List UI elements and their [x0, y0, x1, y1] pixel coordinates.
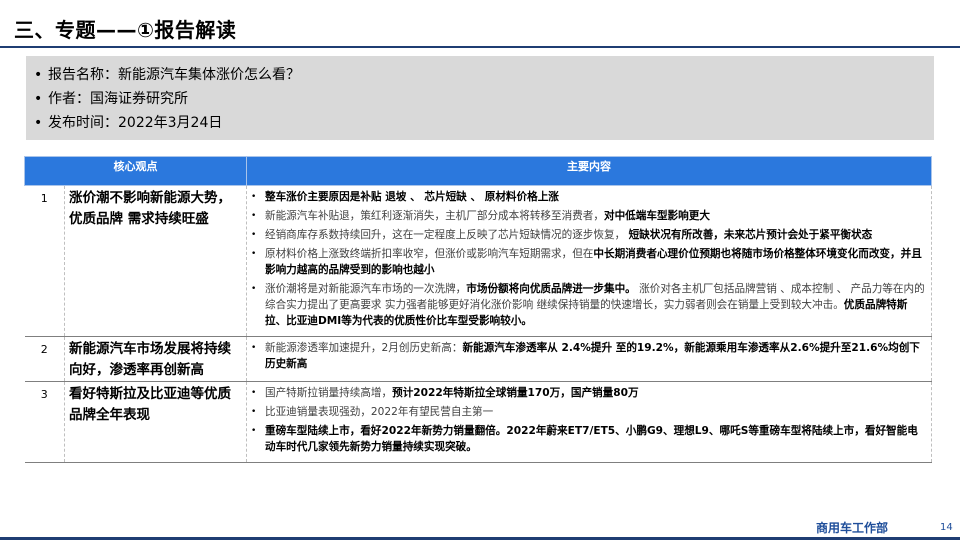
info-item: • 报告名称：新能源汽车集体涨价怎么看？	[34, 63, 934, 87]
content-bullet: • 整车涨价主要原因是补贴 退坡 、 芯片短缺 、 原材料价格上涨	[251, 189, 925, 205]
row-number: 2	[24, 336, 65, 382]
content-bullet: • 国产特斯拉销量持续高增，预计2022年特斯拉全球销量170万，国产销量80万	[251, 385, 925, 401]
bullet-icon: •	[34, 67, 43, 83]
bullet-icon: •	[251, 230, 257, 240]
core-view-cell: 看好特斯拉及比亚迪等优质品牌全年表现	[64, 381, 247, 463]
content-bullet: • 新能源渗透率加速提升，2月创历史新高：新能源汽车渗透率从 2.4%提升 至的1…	[251, 340, 925, 372]
main-content-cell: • 国产特斯拉销量持续高增，预计2022年特斯拉全球销量170万，国产销量80万 •…	[246, 381, 932, 463]
bullet-icon: •	[251, 343, 257, 353]
bullet-emphasis: 短缺状况有所改善，未来芯片预计会处于紧平衡状态	[628, 229, 873, 241]
main-content-cell: • 新能源渗透率加速提升，2月创历史新高：新能源汽车渗透率从 2.4%提升 至的1…	[246, 336, 932, 382]
content-bullet: • 经销商库存系数持续回升，这在一定程度上反映了芯片短缺情况的逐步恢复， 短缺状况…	[251, 227, 925, 243]
content-bullet: • 原材料价格上涨致终端折扣率收窄，但涨价或影响汽车短期需求，但在中长期消费者心理…	[251, 246, 925, 278]
bullet-text: 新能源汽车补贴退，策红利逐渐消失，主机厂部分成本将转移至消费者，	[265, 210, 604, 222]
bullet-text: 比亚迪销量表现强劲，2022年有望民营自主第一	[265, 406, 494, 418]
table-row: 3 看好特斯拉及比亚迪等优质品牌全年表现 • 国产特斯拉销量持续高增，预计2022年特…	[24, 381, 932, 463]
content-bullet: • 新能源汽车补贴退，策红利逐渐消失，主机厂部分成本将转移至消费者，对中低端车型影…	[251, 208, 925, 224]
bullet-icon: •	[251, 192, 257, 202]
footer-department: 商用车工作部	[816, 521, 889, 535]
table-row: 2 新能源汽车市场发展将持续向好，渗透率再创新高 • 新能源渗透率加速提升，2月创历史…	[24, 336, 932, 382]
table-row: 1 涨价潮不影响新能源大势，优质品牌 需求持续旺盛 • 整车涨价主要原因是补贴 退坡 …	[24, 185, 932, 337]
info-item: • 作者：国海证券研究所	[34, 87, 934, 111]
bullet-emphasis: 市场份额将向优质品牌进一步集中。	[466, 283, 636, 295]
bullet-icon: •	[251, 426, 257, 436]
bullet-icon: •	[251, 211, 257, 221]
bullet-emphasis: 预计2022年特斯拉全球销量170万，国产销量80万	[392, 387, 639, 399]
content-bullet: • 涨价潮将是对新能源汽车市场的一次洗牌，市场份额将向优质品牌进一步集中。 涨价对…	[251, 281, 925, 329]
title-divider	[0, 46, 960, 48]
row-number: 1	[24, 185, 65, 337]
bullet-emphasis: 重磅车型陆续上市，看好2022年新势力销量翻倍。2022年蔚来ET7/ET5、小…	[265, 425, 918, 453]
bullet-text: 国产特斯拉销量持续高增，	[265, 387, 393, 399]
bullet-emphasis: 整车涨价主要原因是补贴 退坡 、 芯片短缺 、 原材料价格上涨	[265, 191, 559, 203]
content-bullet: • 比亚迪销量表现强劲，2022年有望民营自主第一	[251, 404, 925, 420]
analysis-table: 核心观点 主要内容 1 涨价潮不影响新能源大势，优质品牌 需求持续旺盛 • 整车涨价主…	[24, 156, 932, 463]
info-item: • 发布时间：2022年3月24日	[34, 111, 934, 135]
header-main-content: 主要内容	[246, 156, 932, 186]
bullet-icon: •	[251, 249, 257, 259]
bullet-icon: •	[34, 91, 43, 107]
bullet-text: 新能源渗透率加速提升，2月创历史新高：	[265, 342, 463, 354]
bullet-icon: •	[34, 115, 43, 131]
bullet-text: 涨价潮将是对新能源汽车市场的一次洗牌，	[265, 283, 467, 295]
table-header-row: 核心观点 主要内容	[24, 156, 932, 186]
main-content-cell: • 整车涨价主要原因是补贴 退坡 、 芯片短缺 、 原材料价格上涨 • 新能源汽车补贴…	[246, 185, 932, 337]
page-title: 三、专题——①报告解读	[14, 18, 237, 42]
bullet-emphasis: 对中低端车型影响更大	[604, 210, 710, 222]
row-number: 3	[24, 381, 65, 463]
bullet-text: 经销商库存系数持续回升，这在一定程度上反映了芯片短缺情况的逐步恢复，	[265, 229, 629, 241]
bullet-icon: •	[251, 284, 257, 294]
bullet-text: 原材料价格上涨致终端折扣率收窄，但涨价或影响汽车短期需求，但在	[265, 248, 594, 260]
core-view-cell: 涨价潮不影响新能源大势，优质品牌 需求持续旺盛	[64, 185, 247, 337]
header-core-view: 核心观点	[24, 156, 247, 186]
bullet-icon: •	[251, 388, 257, 398]
bullet-icon: •	[251, 407, 257, 417]
core-view-cell: 新能源汽车市场发展将持续向好，渗透率再创新高	[64, 336, 247, 382]
report-info-box: • 报告名称：新能源汽车集体涨价怎么看？ • 作者：国海证券研究所 • 发布时间：20…	[26, 56, 934, 140]
content-bullet: • 重磅车型陆续上市，看好2022年新势力销量翻倍。2022年蔚来ET7/ET5、…	[251, 423, 925, 455]
page-number: 14	[940, 522, 953, 533]
